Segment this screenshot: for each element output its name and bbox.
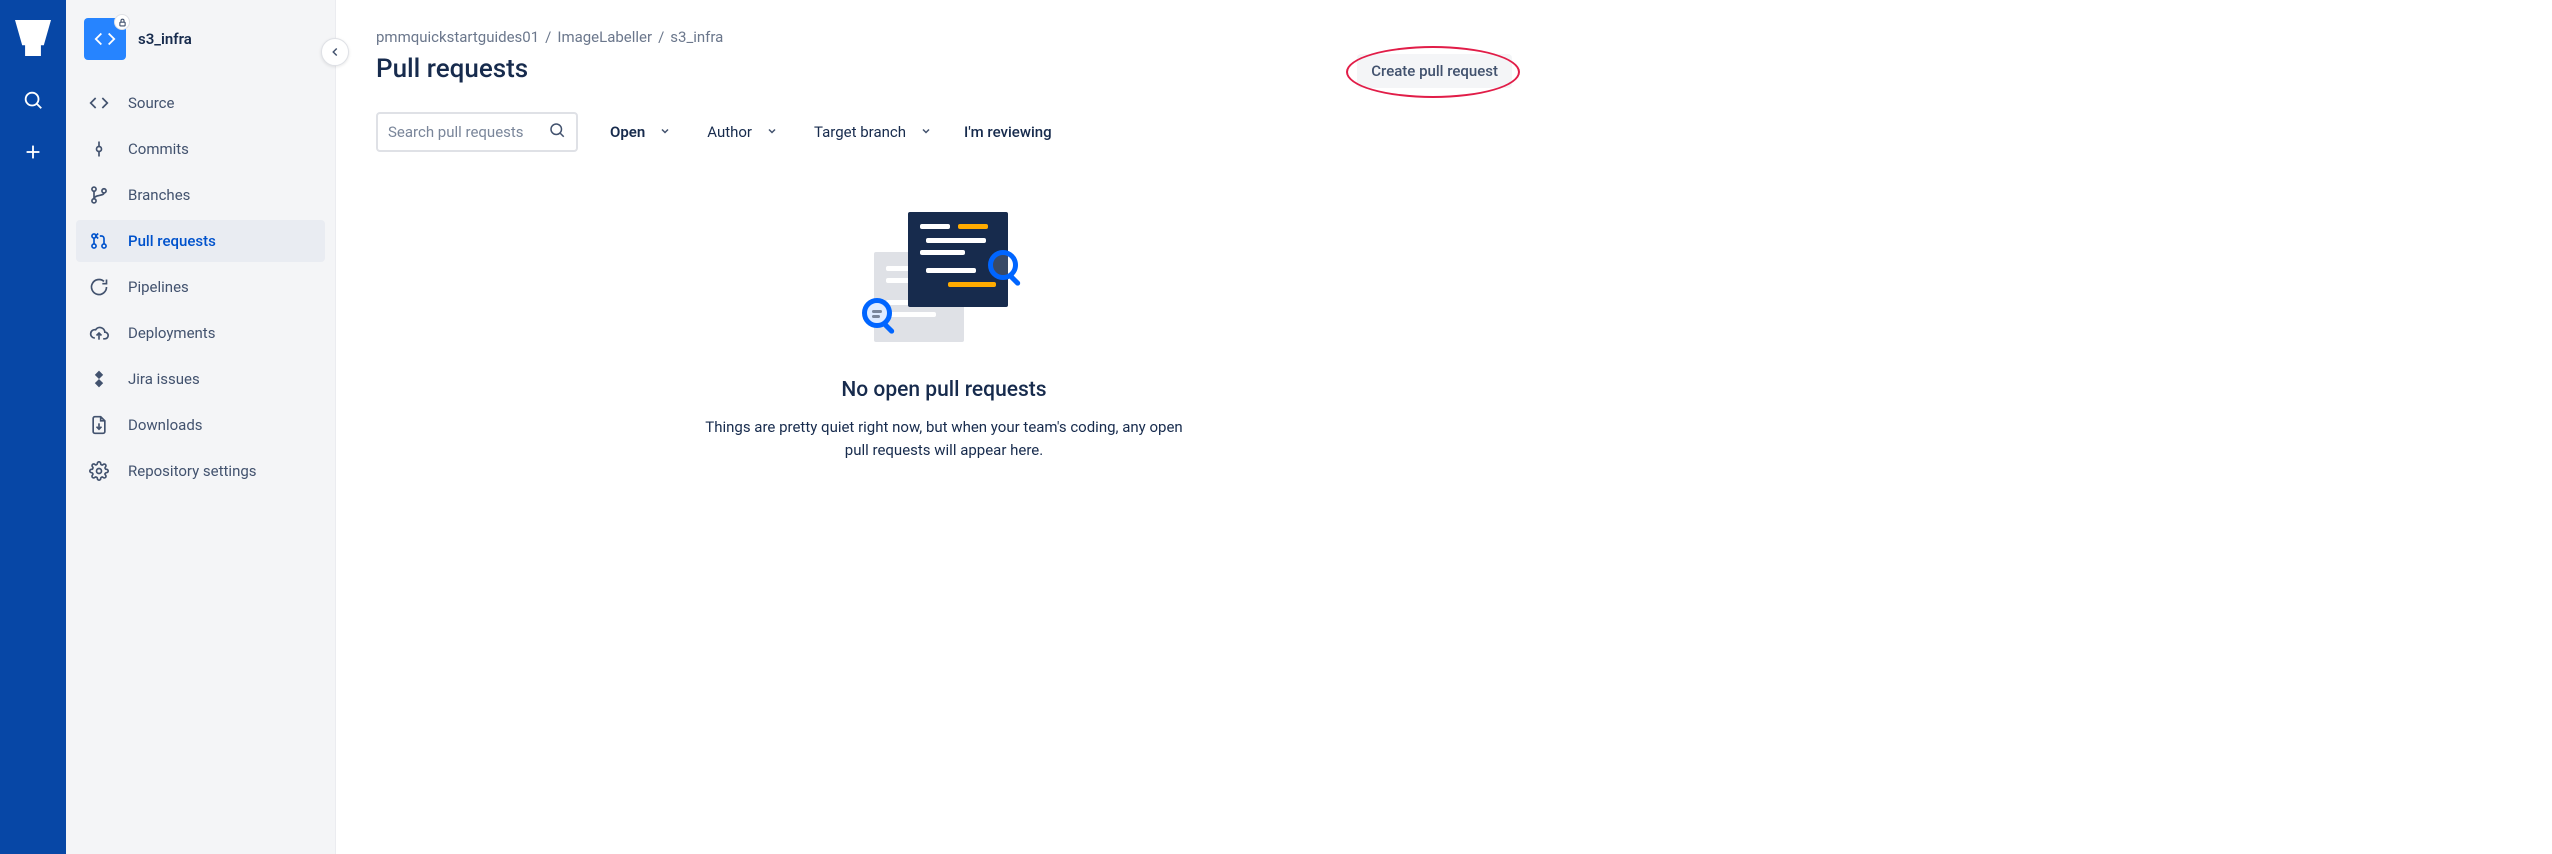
nav-commits[interactable]: Commits [76, 128, 325, 170]
project-avatar[interactable] [84, 18, 126, 60]
breadcrumb-item[interactable]: ImageLabeller [557, 28, 652, 46]
search-icon [548, 121, 566, 143]
nav-jira-issues[interactable]: Jira issues [76, 358, 325, 400]
main-content: pmmquickstartguides01 / ImageLabeller / … [336, 0, 1552, 854]
breadcrumb: pmmquickstartguides01 / ImageLabeller / … [376, 28, 1512, 46]
nav-pull-requests[interactable]: Pull requests [76, 220, 325, 262]
pull-request-icon [88, 230, 110, 252]
chevron-down-icon [920, 123, 932, 141]
search-icon[interactable] [19, 86, 47, 114]
search-input[interactable] [388, 123, 542, 141]
magnifier-icon [988, 250, 1018, 280]
magnifier-icon [862, 298, 892, 328]
filter-label: Author [707, 123, 752, 141]
sidebar-nav: Source Commits Branches Pull requests Pi… [66, 82, 335, 496]
nav-label: Source [128, 94, 174, 112]
chevron-down-icon [766, 123, 778, 141]
nav-label: Pipelines [128, 278, 189, 296]
nav-label: Commits [128, 140, 189, 158]
sidebar-header: s3_infra [66, 18, 335, 60]
search-input-wrapper[interactable] [376, 112, 578, 152]
download-icon [88, 414, 110, 436]
filter-state-dropdown[interactable]: Open [606, 117, 675, 147]
filter-label: Target branch [814, 123, 906, 141]
global-nav-rail [0, 0, 66, 854]
page-title: Pull requests [376, 54, 528, 84]
empty-state: No open pull requests Things are pretty … [376, 212, 1512, 461]
empty-illustration [864, 212, 1024, 352]
pipelines-icon [88, 276, 110, 298]
empty-state-subtitle: Things are pretty quiet right now, but w… [699, 416, 1189, 461]
nav-label: Pull requests [128, 232, 216, 250]
bitbucket-logo-icon[interactable] [15, 20, 51, 56]
project-title[interactable]: s3_infra [138, 30, 192, 48]
breadcrumb-item[interactable]: pmmquickstartguides01 [376, 28, 539, 46]
jira-icon [88, 368, 110, 390]
branch-icon [88, 184, 110, 206]
nav-source[interactable]: Source [76, 82, 325, 124]
filter-label: Open [610, 123, 645, 141]
nav-label: Downloads [128, 416, 203, 434]
add-icon[interactable] [19, 138, 47, 166]
nav-branches[interactable]: Branches [76, 174, 325, 216]
filter-author-dropdown[interactable]: Author [703, 117, 782, 147]
filter-bar: Open Author Target branch I'm reviewing [376, 112, 1512, 152]
nav-label: Deployments [128, 324, 215, 342]
filter-target-branch-dropdown[interactable]: Target branch [810, 117, 936, 147]
cloud-up-icon [88, 322, 110, 344]
lock-icon [114, 14, 130, 30]
breadcrumb-item[interactable]: s3_infra [670, 28, 723, 46]
nav-repo-settings[interactable]: Repository settings [76, 450, 325, 492]
empty-state-title: No open pull requests [841, 378, 1046, 402]
nav-label: Branches [128, 186, 190, 204]
repo-sidebar: s3_infra Source Commits Branches [66, 0, 336, 854]
nav-deployments[interactable]: Deployments [76, 312, 325, 354]
nav-label: Repository settings [128, 462, 257, 480]
nav-pipelines[interactable]: Pipelines [76, 266, 325, 308]
chevron-down-icon [659, 123, 671, 141]
code-icon [88, 92, 110, 114]
create-pull-request-button[interactable]: Create pull request [1357, 54, 1512, 88]
breadcrumb-separator: / [658, 28, 664, 46]
nav-label: Jira issues [128, 370, 200, 388]
nav-downloads[interactable]: Downloads [76, 404, 325, 446]
gear-icon [88, 460, 110, 482]
breadcrumb-separator: / [545, 28, 551, 46]
reviewing-filter-link[interactable]: I'm reviewing [964, 123, 1052, 141]
commit-icon [88, 138, 110, 160]
